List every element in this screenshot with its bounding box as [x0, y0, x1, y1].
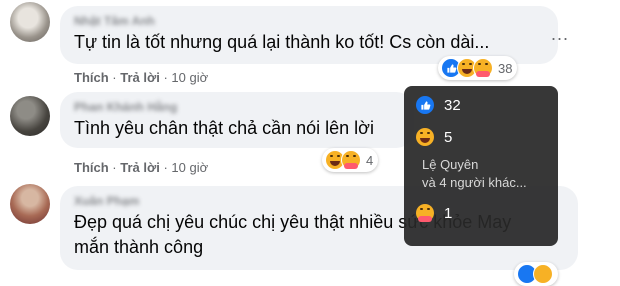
avatar[interactable]	[10, 96, 50, 136]
like-count: 32	[444, 96, 461, 114]
comment-actions: Thích · Trả lời · 10 giờ	[74, 160, 209, 175]
reaction-tooltip: 32 5 Lệ Quyên và 4 người khác... 1	[404, 86, 558, 246]
reactor-name: Lệ Quyên	[422, 157, 479, 172]
reaction-summary[interactable]: 4	[322, 148, 379, 172]
reaction-count: 4	[366, 152, 374, 168]
tooltip-names: Lệ Quyên và 4 người khác...	[422, 156, 546, 192]
reaction-summary[interactable]: 38	[438, 56, 518, 80]
care-icon	[416, 204, 434, 222]
like-icon	[416, 96, 434, 114]
haha-count: 5	[444, 128, 453, 146]
comment-time[interactable]: 10 giờ	[171, 160, 208, 175]
comment-bubble: Phan Khánh Hằng Tình yêu chân thật chả c…	[60, 92, 414, 148]
haha-icon	[533, 264, 553, 284]
like-link[interactable]: Thích	[74, 70, 109, 85]
tooltip-haha-row: 5	[416, 126, 546, 148]
care-icon	[341, 150, 361, 170]
reply-link[interactable]: Trả lời	[120, 160, 160, 175]
comment-author[interactable]: Nhật Tâm Anh	[74, 6, 544, 30]
more-options-icon[interactable]: ...	[546, 20, 574, 48]
like-link[interactable]: Thích	[74, 160, 109, 175]
comment-text: Tự tin là tốt nhưng quá lại thành ko tốt…	[74, 32, 490, 52]
avatar[interactable]	[10, 2, 50, 42]
care-icon	[473, 58, 493, 78]
avatar[interactable]	[10, 184, 50, 224]
reaction-summary[interactable]	[514, 262, 558, 286]
comment-actions: Thích · Trả lời · 10 giờ	[74, 70, 209, 85]
reactor-more: và 4 người khác...	[422, 175, 527, 190]
tooltip-like-row: 32	[416, 94, 546, 116]
haha-icon	[416, 128, 434, 146]
tooltip-care-row: 1	[416, 202, 546, 224]
comment-time[interactable]: 10 giờ	[171, 70, 208, 85]
reply-link[interactable]: Trả lời	[120, 70, 160, 85]
care-count: 1	[444, 204, 453, 222]
comment-author[interactable]: Phan Khánh Hằng	[74, 92, 400, 116]
comment-text: Tình yêu chân thật chả cần nói lên lời	[74, 118, 374, 138]
reaction-count: 38	[498, 60, 513, 76]
